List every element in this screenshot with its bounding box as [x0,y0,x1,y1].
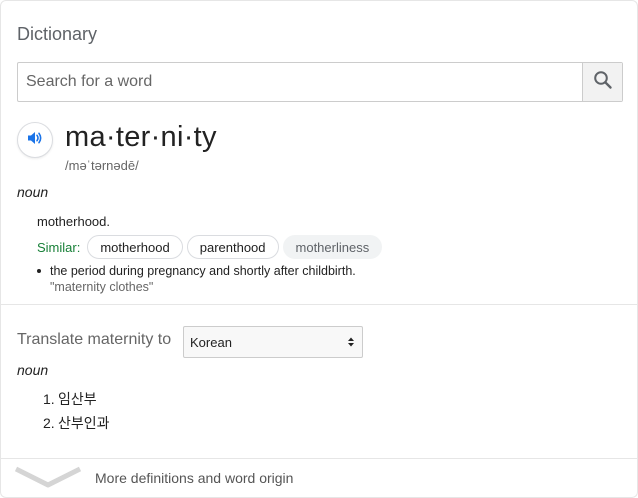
phonetic: /məˈtərnədē/ [65,158,139,173]
definition-2: the period during pregnancy and shortly … [37,264,356,278]
bullet-dot [37,268,41,273]
search-input[interactable] [18,63,594,101]
definition-2-example: "maternity clothes" [50,280,154,294]
translation-item: 1. 임산부 [43,387,110,411]
search-button[interactable] [582,63,622,101]
speaker-icon [26,129,44,152]
translate-label: Translate maternity to [17,331,172,348]
definition-2-text: the period during pregnancy and shortly … [50,264,356,278]
translation-number: 1. [43,391,55,407]
language-select[interactable]: Korean [183,326,363,358]
similar-chip-motherliness[interactable]: motherliness [282,235,383,259]
translation-text: 임산부 [58,391,97,407]
dictionary-card: Dictionary ma·ter·ni·ty /məˈtərnədē/ nou… [0,0,638,498]
definition-1: motherhood. [37,214,110,229]
part-of-speech: noun [17,184,49,200]
similar-chip-motherhood[interactable]: motherhood [87,235,183,259]
chevron-down-icon [14,465,82,494]
translation-number: 2. [43,415,55,431]
search-box [17,62,623,102]
similar-chip-parenthood[interactable]: parenthood [186,235,279,259]
headword: ma·ter·ni·ty [65,121,217,153]
more-definitions-label: More definitions and word origin [95,470,294,486]
translation-item: 2. 산부인과 [43,411,110,435]
divider [1,304,637,305]
card-title: Dictionary [17,24,98,44]
translation-text: 산부인과 [58,415,110,431]
pronunciation-button[interactable] [17,122,53,158]
select-arrows-icon [346,336,356,348]
translation-list: 1. 임산부 2. 산부인과 [43,387,110,435]
language-select-value: Korean [190,334,232,350]
more-definitions-button[interactable]: More definitions and word origin [1,459,637,497]
similar-row: Similar: motherhood parenthood motherlin… [37,235,386,259]
translation-part-of-speech: noun [17,362,49,378]
search-icon [593,70,613,95]
similar-label: Similar: [37,239,81,255]
